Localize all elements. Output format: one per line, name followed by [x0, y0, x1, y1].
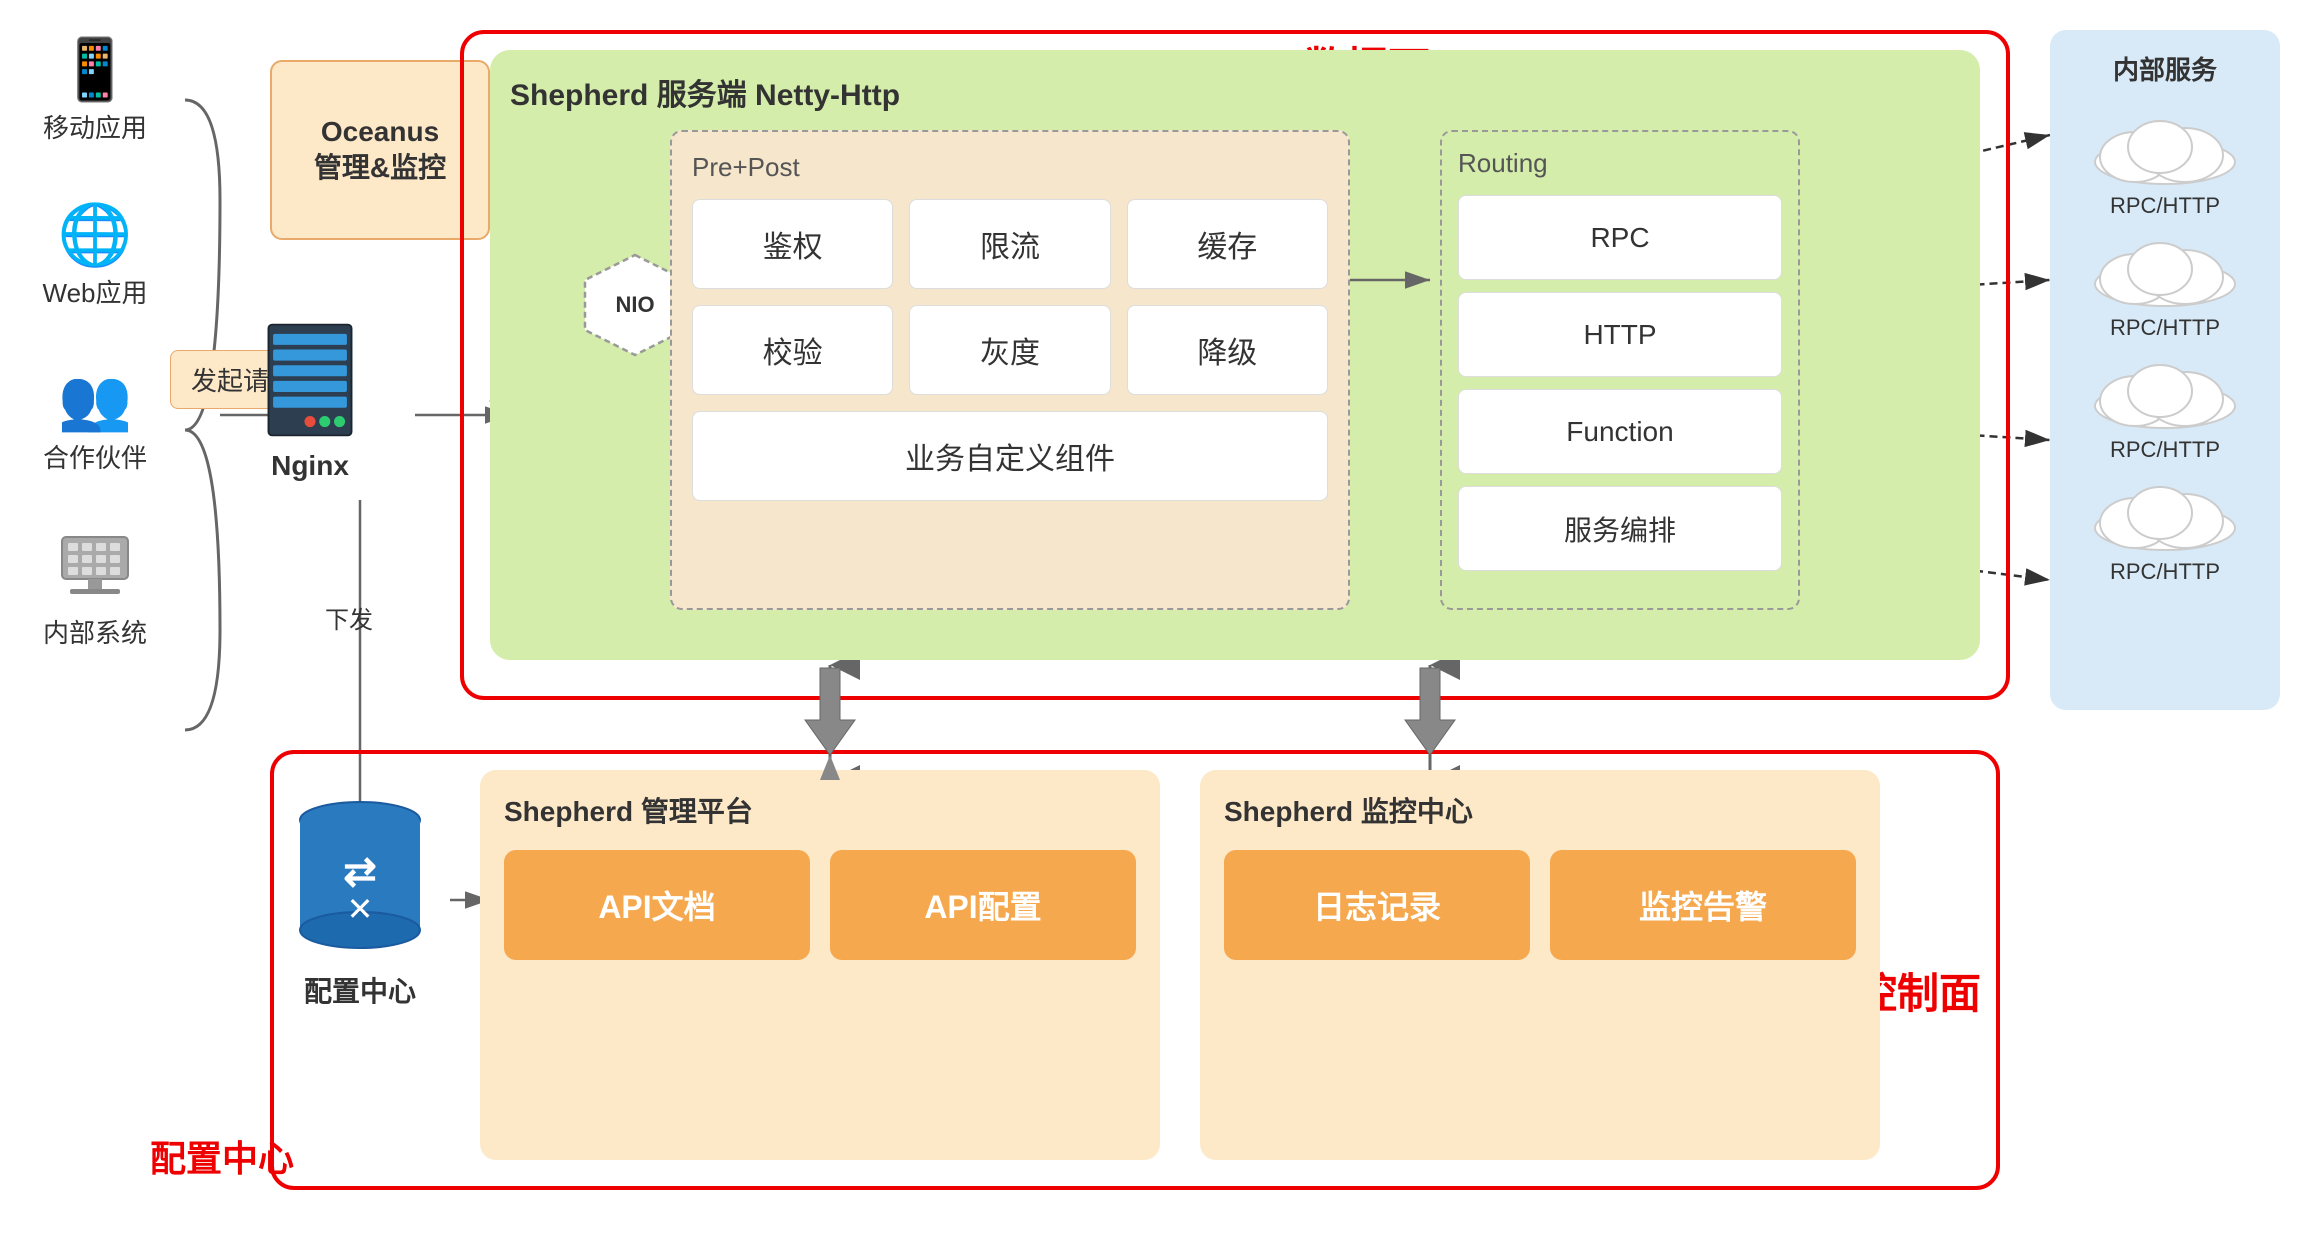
routing-rpc: RPC	[1458, 195, 1782, 280]
business-component: 业务自定义组件	[692, 411, 1328, 501]
cloud-icon-3	[2085, 361, 2245, 431]
nginx-label: Nginx	[271, 450, 349, 482]
cloud-label-2: RPC/HTTP	[2110, 315, 2220, 341]
mgmt-platform-buttons: API文档 API配置	[504, 850, 1136, 960]
api-config-btn: API配置	[830, 850, 1136, 960]
client-partner: 👥 合作伙伴	[43, 370, 147, 475]
filter-auth: 鉴权	[692, 199, 893, 289]
routing-label: Routing	[1458, 148, 1782, 179]
routing-function: Function	[1458, 389, 1782, 474]
client-web: 🌐 Web应用	[43, 205, 148, 310]
config-center-label-bottom: 配置中心	[150, 1130, 294, 1182]
oceanus-title: Oceanus	[321, 114, 439, 150]
cloud-icon-2	[2085, 239, 2245, 309]
clients-column: 📱 移动应用 🌐 Web应用 👥 合作伙伴	[20, 40, 170, 650]
pre-post-label: Pre+Post	[692, 152, 1328, 183]
monitor-center-buttons: 日志记录 监控告警	[1224, 850, 1856, 960]
mgmt-platform-box: Shepherd 管理平台 API文档 API配置	[480, 770, 1160, 1160]
routing-box: Routing RPC HTTP Function 服务编排	[1440, 130, 1800, 610]
web-icon: 🌐	[58, 205, 133, 265]
main-container: 📱 移动应用 🌐 Web应用 👥 合作伙伴	[0, 0, 2314, 1238]
mobile-label: 移动应用	[43, 108, 147, 145]
oceanus-subtitle: 管理&监控	[314, 150, 446, 186]
cloud-label-4: RPC/HTTP	[2110, 559, 2220, 585]
web-label: Web应用	[43, 273, 148, 310]
filter-cache: 缓存	[1127, 199, 1328, 289]
cloud-label-3: RPC/HTTP	[2110, 437, 2220, 463]
svg-text:✕: ✕	[347, 891, 374, 927]
monitor-center-title: Shepherd 监控中心	[1224, 790, 1856, 830]
pre-post-box: Pre+Post 鉴权 限流 缓存 校验 灰度 降级 业务自定义组件	[670, 130, 1350, 610]
monitor-center-box: Shepherd 监控中心 日志记录 监控告警	[1200, 770, 1880, 1160]
internal-services: 内部服务 RPC/HTTP RPC/HTTP	[2050, 30, 2280, 710]
xia-fa-label: 下发	[325, 600, 373, 635]
internal-system-icon	[60, 535, 130, 605]
filter-validate: 校验	[692, 305, 893, 395]
filter-rate-limit: 限流	[909, 199, 1110, 289]
nginx-server-icon	[260, 320, 360, 440]
cloud-icon-1	[2085, 117, 2245, 187]
internal-system-label: 内部系统	[43, 613, 147, 650]
routing-http: HTTP	[1458, 292, 1782, 377]
cloud-item-4: RPC/HTTP	[2085, 483, 2245, 585]
cloud-item-2: RPC/HTTP	[2085, 239, 2245, 341]
client-mobile: 📱 移动应用	[43, 40, 147, 145]
filter-gray: 灰度	[909, 305, 1110, 395]
svg-text:⇄: ⇄	[343, 850, 377, 894]
filter-degrade: 降级	[1127, 305, 1328, 395]
monitor-alert-btn: 监控告警	[1550, 850, 1856, 960]
api-doc-btn: API文档	[504, 850, 810, 960]
internal-services-title: 内部服务	[2113, 50, 2217, 87]
cloud-item-1: RPC/HTTP	[2085, 117, 2245, 219]
routing-service-orchestration: 服务编排	[1458, 486, 1782, 571]
filter-grid: 鉴权 限流 缓存 校验 灰度 降级	[692, 199, 1328, 395]
shepherd-server: Shepherd 服务端 Netty-Http NIO Pre+Post 鉴权 …	[490, 50, 1980, 660]
mobile-icon: 📱	[58, 40, 133, 100]
cloud-icon-4	[2085, 483, 2245, 553]
partner-icon: 👥	[58, 370, 133, 430]
routing-items: RPC HTTP Function 服务编排	[1458, 195, 1782, 571]
svg-text:NIO: NIO	[615, 292, 654, 317]
shepherd-server-title: Shepherd 服务端 Netty-Http	[510, 70, 1960, 114]
client-internal-system: 内部系统	[43, 535, 147, 650]
partner-label: 合作伙伴	[43, 438, 147, 475]
log-record-btn: 日志记录	[1224, 850, 1530, 960]
mgmt-platform-title: Shepherd 管理平台	[504, 790, 1136, 830]
config-db-container: ⇄ ✕ 配置中心	[285, 790, 435, 1010]
config-db-label: 配置中心	[304, 970, 416, 1010]
config-db-icon: ⇄ ✕	[285, 790, 435, 960]
cloud-label-1: RPC/HTTP	[2110, 193, 2220, 219]
pre-post-to-routing-arrow	[1350, 250, 1450, 310]
cloud-item-3: RPC/HTTP	[2085, 361, 2245, 463]
oceanus-box: Oceanus 管理&监控	[270, 60, 490, 240]
nginx-container: Nginx	[260, 320, 360, 482]
